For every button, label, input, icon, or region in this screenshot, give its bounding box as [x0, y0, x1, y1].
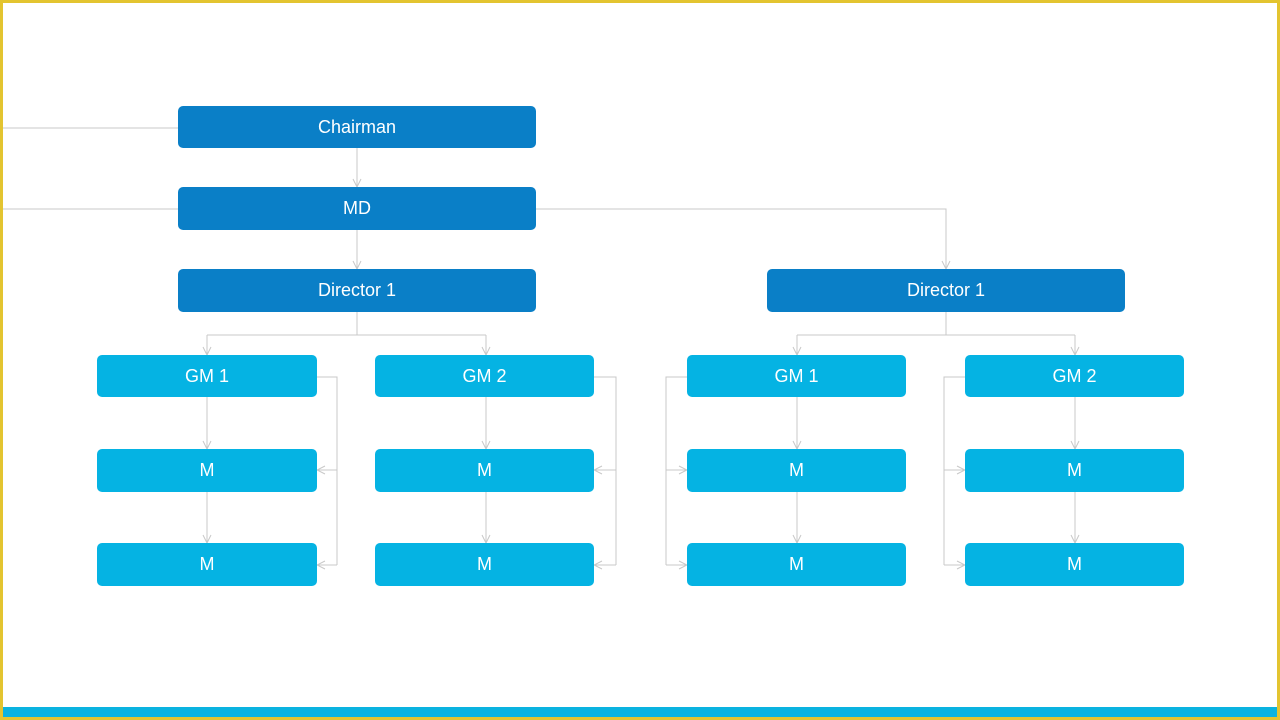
manager-box: M: [687, 449, 906, 492]
gm-box: GM 1: [97, 355, 317, 397]
director-box: Director 1: [178, 269, 536, 312]
manager-box: M: [965, 543, 1184, 586]
manager-box: M: [375, 543, 594, 586]
gm-box: GM 1: [687, 355, 906, 397]
manager-box: M: [965, 449, 1184, 492]
md-box: MD: [178, 187, 536, 230]
manager-box: M: [97, 449, 317, 492]
director-box: Director 1: [767, 269, 1125, 312]
manager-box: M: [687, 543, 906, 586]
bottom-accent-bar: [3, 707, 1277, 717]
gm-box: GM 2: [375, 355, 594, 397]
manager-box: M: [375, 449, 594, 492]
manager-box: M: [97, 543, 317, 586]
gm-box: GM 2: [965, 355, 1184, 397]
chairman-box: Chairman: [178, 106, 536, 148]
